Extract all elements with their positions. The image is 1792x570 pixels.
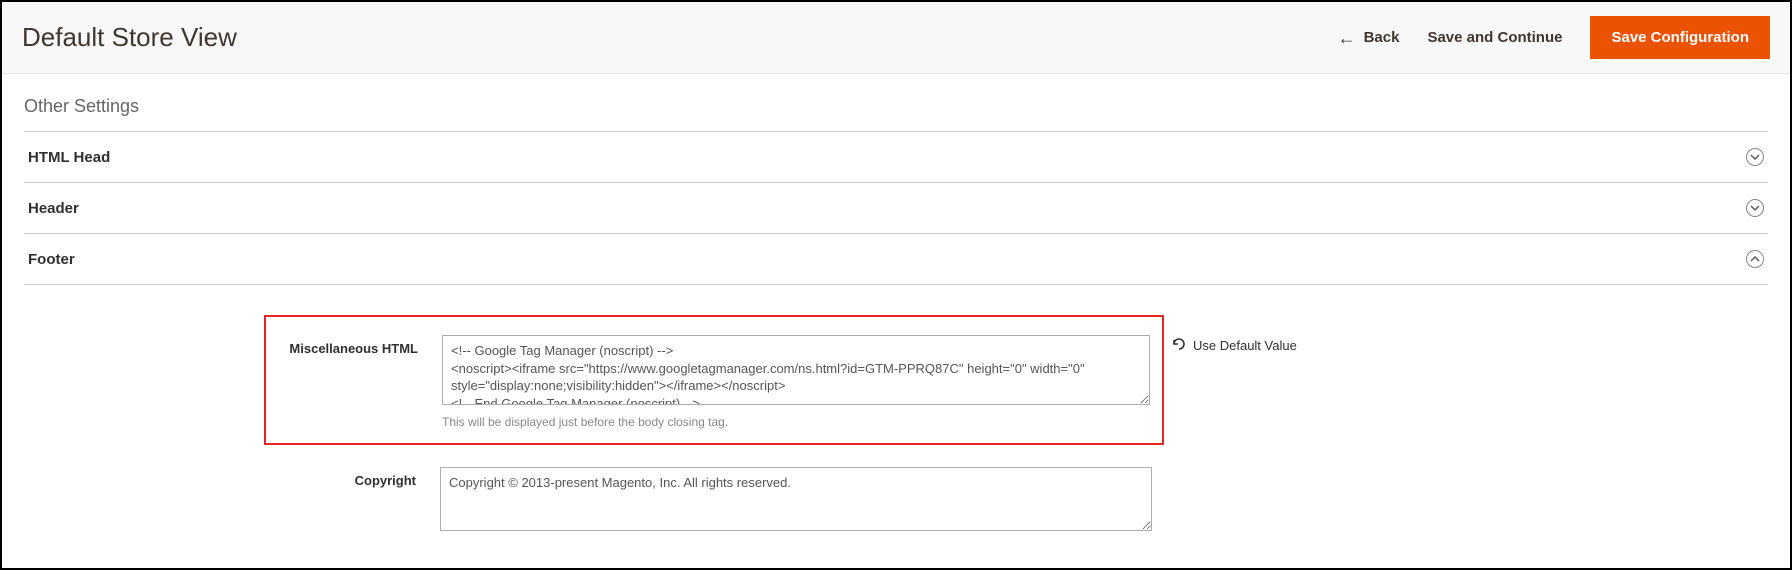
misc-html-row: Miscellaneous HTML: [278, 335, 1150, 405]
misc-html-textarea[interactable]: [442, 335, 1150, 405]
section-header: Other Settings: [24, 92, 1768, 131]
accordion-title: Header: [28, 200, 79, 217]
accordion-title: HTML Head: [28, 149, 110, 166]
copyright-textarea[interactable]: [440, 467, 1152, 531]
accordion-header[interactable]: Header: [24, 183, 1768, 234]
chevron-down-icon: [1746, 199, 1764, 217]
topbar-actions: ← Back Save and Continue Save Configurat…: [1338, 16, 1770, 59]
use-default-value-button[interactable]: Use Default Value: [1171, 337, 1297, 354]
accordion-footer[interactable]: Footer: [24, 234, 1768, 285]
misc-html-label: Miscellaneous HTML: [278, 335, 418, 356]
page-title: Default Store View: [22, 22, 237, 53]
accordion-html-head[interactable]: HTML Head: [24, 131, 1768, 183]
misc-html-helper: This will be displayed just before the b…: [442, 415, 1150, 429]
undo-icon: [1171, 337, 1187, 354]
top-bar: Default Store View ← Back Save and Conti…: [2, 2, 1790, 74]
copyright-label: Copyright: [264, 467, 416, 488]
accordion-title: Footer: [28, 251, 75, 268]
save-and-continue-button[interactable]: Save and Continue: [1427, 29, 1562, 46]
back-button[interactable]: ← Back: [1338, 29, 1400, 47]
footer-panel: Miscellaneous HTML This will be displaye…: [24, 285, 1768, 549]
chevron-up-icon: [1746, 250, 1764, 268]
highlighted-field-group: Miscellaneous HTML This will be displaye…: [264, 315, 1164, 445]
back-label: Back: [1364, 29, 1400, 46]
save-configuration-button[interactable]: Save Configuration: [1590, 16, 1770, 59]
arrow-left-icon: ←: [1338, 29, 1356, 47]
chevron-down-icon: [1746, 148, 1764, 166]
use-default-label: Use Default Value: [1193, 338, 1297, 353]
copyright-row: Copyright: [264, 467, 1768, 531]
content-area: Other Settings HTML Head Header Footer M…: [2, 74, 1790, 549]
